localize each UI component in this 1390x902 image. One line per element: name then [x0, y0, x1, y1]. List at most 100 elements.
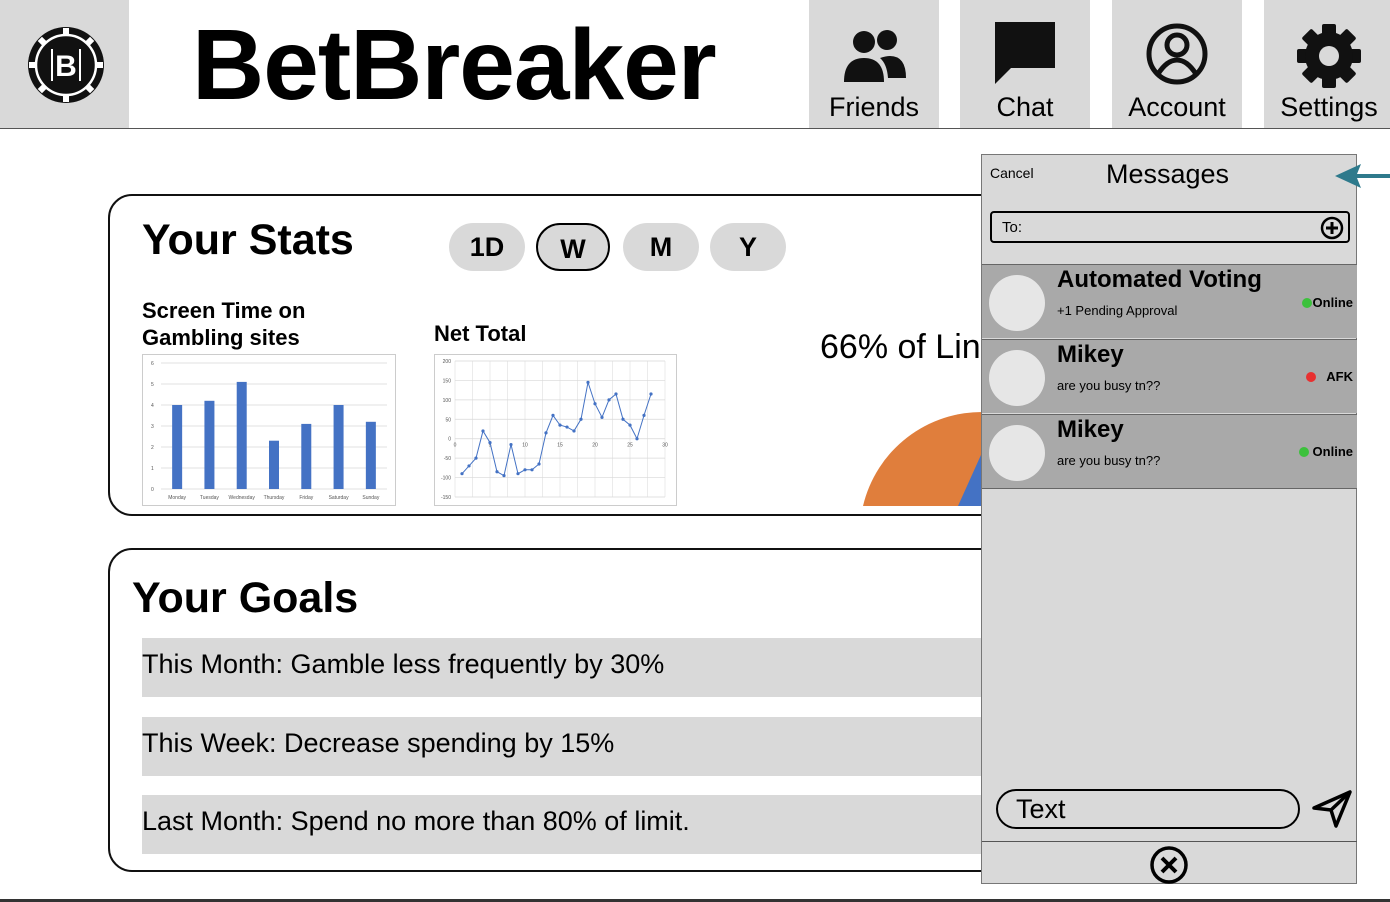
nav-friends-button[interactable]: Friends: [809, 0, 939, 128]
nav-chat-button[interactable]: Chat: [960, 0, 1090, 128]
data-point: [621, 417, 625, 421]
y-tick-label: 2: [151, 445, 154, 451]
data-point: [649, 392, 653, 396]
send-icon[interactable]: [1312, 788, 1352, 828]
nav-account-button[interactable]: Account: [1112, 0, 1242, 128]
poker-chip-logo-icon: B: [28, 27, 104, 103]
data-point: [579, 417, 583, 421]
x-tick-label: Tuesday: [200, 495, 219, 501]
chat-bubble-icon: [995, 22, 1055, 84]
nav-friends-label: Friends: [828, 92, 920, 122]
y-tick-label: -50: [444, 456, 451, 462]
y-tick-label: 50: [445, 417, 451, 423]
cancel-button[interactable]: Cancel: [990, 165, 1034, 181]
nav-chat-label: Chat: [996, 92, 1054, 122]
status-dot-icon: [1298, 447, 1309, 457]
x-tick-label: Friday: [299, 495, 313, 501]
goals-card: Your Goals This Month: Gamble less frequ…: [108, 548, 1108, 872]
data-point: [600, 415, 604, 419]
x-tick-label: Thursday: [264, 495, 285, 501]
data-point: [572, 429, 576, 433]
data-point: [558, 423, 562, 427]
data-point: [642, 413, 646, 417]
limit-pie-chart: [863, 411, 985, 506]
y-tick-label: 3: [151, 424, 154, 430]
x-tick-label: Saturday: [329, 495, 350, 501]
x-tick-label: Wednesday: [229, 495, 256, 501]
conversation-item[interactable]: Automated Voting +1 Pending Approval Onl…: [982, 264, 1357, 338]
messages-panel: Cancel Messages To: Automated Voting +1 …: [981, 154, 1357, 884]
x-tick-label: 20: [592, 443, 598, 449]
data-point: [593, 402, 597, 406]
data-point: [481, 429, 485, 433]
data-point: [544, 431, 548, 435]
y-tick-label: 0: [151, 487, 154, 493]
message-input[interactable]: [996, 789, 1300, 829]
status-dot-icon: [1301, 298, 1312, 308]
conversation-item[interactable]: Mikey are you busy tn?? AFK: [982, 339, 1357, 413]
range-year-button[interactable]: Y: [710, 223, 786, 271]
conversation-preview: are you busy tn??: [1057, 378, 1161, 393]
add-recipient-icon[interactable]: [1320, 216, 1344, 240]
y-tick-label: -150: [441, 495, 451, 501]
stats-card: Your Stats 1D W M Y Screen Time on Gambl…: [108, 194, 1108, 516]
gear-icon: [1297, 24, 1361, 88]
x-tick-label: 25: [627, 443, 633, 449]
range-1d-button[interactable]: 1D: [449, 223, 525, 271]
data-point: [509, 442, 513, 447]
net-total-chart-title: Net Total: [434, 321, 527, 346]
data-point: [460, 472, 464, 476]
data-point: [502, 474, 506, 478]
goal-item-last-month[interactable]: Last Month: Spend no more than 80% of li…: [142, 795, 1106, 854]
data-point: [586, 380, 590, 384]
data-point: [495, 470, 499, 474]
x-tick-label: 15: [557, 443, 563, 449]
avatar: [989, 350, 1045, 406]
data-point: [530, 468, 534, 472]
recipient-field[interactable]: To:: [990, 211, 1350, 243]
x-tick-label: Sunday: [362, 495, 379, 501]
data-point: [565, 425, 569, 429]
y-tick-label: 1: [151, 466, 154, 472]
nav-settings-button[interactable]: Settings: [1264, 0, 1390, 128]
conversation-name: Mikey: [1057, 341, 1124, 368]
data-point: [614, 392, 618, 396]
range-week-button[interactable]: W: [536, 223, 610, 271]
y-tick-label: 6: [151, 361, 154, 367]
data-point: [474, 456, 478, 460]
nav-settings-label: Settings: [1280, 92, 1378, 122]
bar: [269, 440, 279, 489]
y-tick-label: 5: [151, 382, 154, 388]
conversation-preview: are you busy tn??: [1057, 453, 1161, 468]
y-tick-label: 4: [151, 403, 154, 409]
y-tick-label: 100: [443, 398, 452, 404]
goal-item-weekly[interactable]: This Week: Decrease spending by 15%: [142, 717, 1106, 776]
y-tick-label: 200: [443, 359, 452, 365]
series-line: [461, 382, 652, 477]
account-circle-icon: [1146, 23, 1208, 85]
data-point: [628, 423, 632, 427]
conversation-name: Automated Voting: [1057, 266, 1262, 293]
app-title: BetBreaker: [192, 9, 717, 121]
y-tick-label: 0: [448, 437, 451, 443]
goals-title: Your Goals: [132, 574, 359, 622]
arrow-left-icon: [1335, 164, 1390, 188]
goal-item-monthly[interactable]: This Month: Gamble less frequently by 30…: [142, 638, 1106, 697]
conversation-name: Mikey: [1057, 416, 1124, 443]
close-icon[interactable]: [1149, 845, 1189, 885]
nav-account-label: Account: [1128, 92, 1226, 122]
data-point: [537, 462, 541, 466]
x-tick-label: 10: [522, 443, 528, 449]
status-dot-icon: [1306, 372, 1317, 382]
range-month-button[interactable]: M: [623, 223, 699, 271]
data-point: [467, 464, 471, 468]
bar: [204, 400, 215, 489]
data-point: [523, 468, 527, 472]
conversation-item[interactable]: Mikey are you busy tn?? Online: [982, 414, 1357, 489]
panel-divider: [982, 841, 1357, 842]
logo-box[interactable]: B: [0, 0, 129, 128]
svg-text:B: B: [55, 50, 77, 83]
status-badge: AFK: [1306, 369, 1353, 384]
data-point: [488, 441, 492, 445]
data-point: [607, 398, 611, 402]
